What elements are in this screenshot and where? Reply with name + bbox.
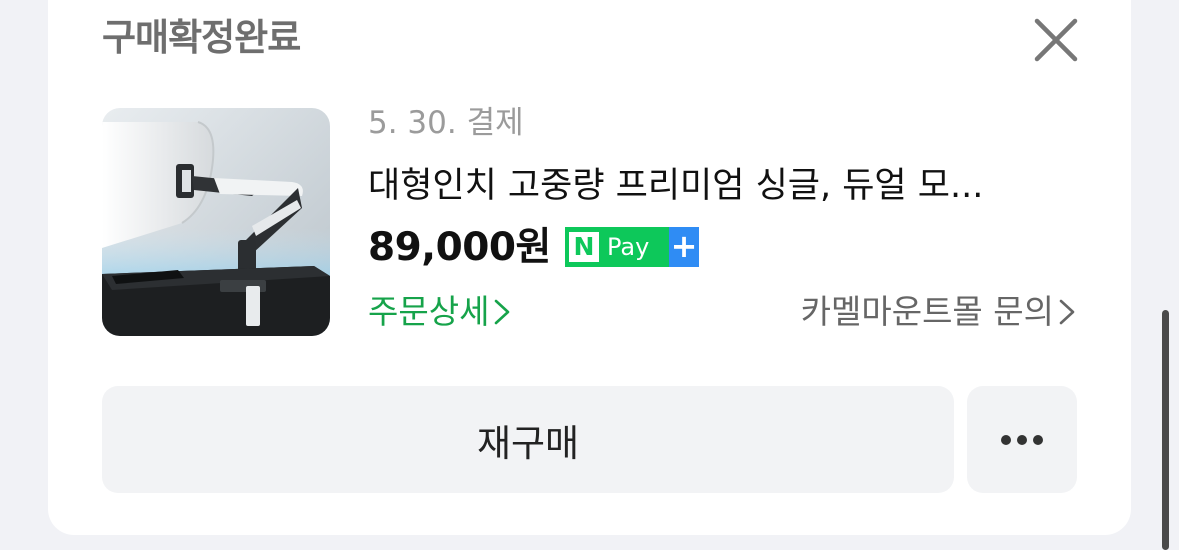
scrollbar-thumb[interactable]: [1162, 310, 1169, 550]
payment-date: 5. 30. 결제: [368, 105, 524, 141]
monitor-arm-product-image: [102, 108, 330, 336]
rebuy-button[interactable]: 재구매: [102, 386, 954, 493]
product-name-link[interactable]: 대형인치 고중량 프리미엄 싱글, 듀얼 모...: [368, 160, 1078, 212]
order-detail-label: 주문상세: [368, 292, 490, 331]
naver-n-icon: N: [569, 232, 599, 262]
npay-plus-badge: N Pay +: [565, 227, 699, 267]
more-dots-icon: [1001, 434, 1043, 445]
product-price: 89,000원: [368, 225, 551, 270]
chevron-right-icon: [1059, 299, 1075, 325]
close-icon: [1034, 18, 1078, 62]
more-options-button[interactable]: [967, 386, 1077, 493]
pay-label: Pay: [607, 233, 650, 261]
close-button[interactable]: [1030, 14, 1082, 66]
seller-inquiry-label: 카멜마운트몰 문의: [800, 292, 1054, 331]
product-thumbnail[interactable]: [102, 108, 330, 336]
order-status-title: 구매확정완료: [102, 16, 301, 59]
plus-icon: +: [669, 227, 699, 267]
seller-inquiry-link[interactable]: 카멜마운트몰 문의: [801, 288, 1076, 336]
order-detail-link[interactable]: 주문상세: [368, 288, 511, 336]
rebuy-label: 재구매: [476, 421, 580, 465]
chevron-right-icon: [495, 299, 510, 325]
npay-logo: N Pay: [565, 227, 669, 267]
